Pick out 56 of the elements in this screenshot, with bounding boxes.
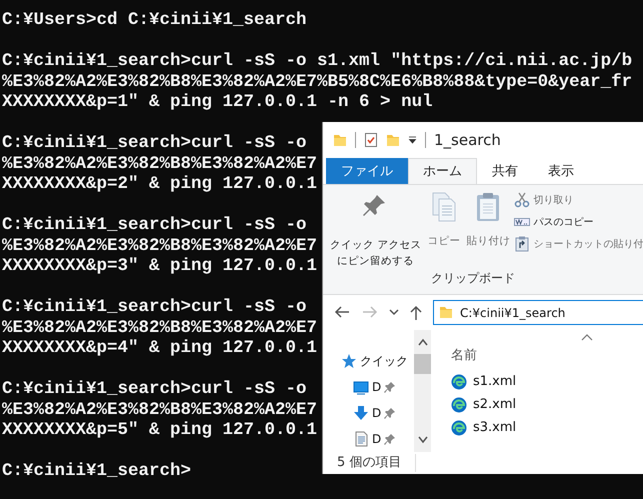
up-arrow-button[interactable] xyxy=(409,304,423,320)
star-icon xyxy=(341,353,357,369)
dropdown-icon[interactable] xyxy=(408,136,417,144)
scrollbar-thumb[interactable] xyxy=(414,354,431,374)
console-line: C:¥cinii¥1_search>curl -sS -o s1.xml "https://ci.nii.ac.jp/b xyxy=(2,51,632,72)
console-line: XXXXXXXX&p=4" & ping 127.0.0.1 xyxy=(2,338,318,358)
sidebar-item[interactable]: D xyxy=(323,374,414,400)
console-line: %E3%82%A2%E3%82%B8%E3%82%A2%E7 xyxy=(2,154,318,174)
console-line: XXXXXXXX&p=1" & ping 127.0.0.1 -n 6 > nul xyxy=(2,92,433,112)
file-icon xyxy=(451,420,467,436)
shortcut-icon xyxy=(514,236,530,252)
file-item[interactable]: s1.xml xyxy=(451,370,643,393)
scroll-down-icon[interactable] xyxy=(417,436,429,444)
scroll-up-icon[interactable] xyxy=(417,338,429,346)
sidebar-item[interactable]: クイック xyxy=(323,348,414,374)
console-line: XXXXXXXX&p=5" & ping 127.0.0.1 xyxy=(2,420,318,440)
column-header[interactable]: 名前 xyxy=(451,342,643,370)
download-arrow-icon xyxy=(353,405,369,421)
ribbon-group-label: クリップボード xyxy=(430,270,516,287)
monitor-icon xyxy=(353,379,369,395)
scrollbar[interactable] xyxy=(414,330,431,452)
console-line: C:¥cinii¥1_search>curl -sS -o xyxy=(2,215,307,236)
file-menu-button[interactable]: ファイル xyxy=(326,158,408,184)
status-text: 5 個の項目 xyxy=(337,454,402,472)
file-item[interactable]: s3.xml xyxy=(451,416,643,439)
console-line: C:¥cinii¥1_search>curl -sS -o xyxy=(2,133,307,154)
ribbon-tab[interactable]: ホーム xyxy=(408,158,477,184)
back-arrow-button[interactable] xyxy=(333,304,351,320)
sidebar-item[interactable]: D xyxy=(323,400,414,426)
file-item[interactable]: s2.xml xyxy=(451,393,643,416)
file-icon xyxy=(451,374,467,390)
scissors-icon xyxy=(514,192,530,208)
console-line: XXXXXXXX&p=2" & ping 127.0.0.1 xyxy=(2,174,318,194)
console-line: %E3%82%A2%E3%82%B8%E3%82%A2%E7 xyxy=(2,400,318,420)
ribbon-button[interactable]: パスのコピー xyxy=(513,211,643,233)
sort-caret-icon xyxy=(581,334,593,341)
forward-arrow-icon xyxy=(361,304,379,320)
back-arrow-icon xyxy=(333,304,351,320)
console-line: %E3%82%A2%E3%82%B8%E3%82%A2%E7 xyxy=(2,236,318,256)
up-arrow-icon xyxy=(409,304,423,320)
file-icon xyxy=(451,396,467,412)
console-line: C:¥Users>cd C:¥cinii¥1_search xyxy=(2,10,307,30)
console-line: XXXXXXXX&p=3" & ping 127.0.0.1 xyxy=(2,256,318,276)
sidebar-item[interactable]: D xyxy=(323,426,414,452)
ribbon-button[interactable]: クイック アクセス にピン留めする xyxy=(327,185,424,269)
address-field[interactable]: C:¥cinii¥1_search xyxy=(433,300,643,325)
properties-icon[interactable] xyxy=(364,132,378,148)
document-icon xyxy=(353,431,369,447)
console-line: C:¥cinii¥1_search>curl -sS -o xyxy=(2,379,307,400)
console-line: C:¥cinii¥1_search>curl -sS -o xyxy=(2,297,307,318)
ribbon-tab[interactable]: 表示 xyxy=(533,158,589,184)
window-title: 1_search xyxy=(434,130,501,151)
ribbon-tab[interactable]: 共有 xyxy=(477,158,533,184)
console-line: C:¥cinii¥1_search> xyxy=(2,461,192,482)
console-line: %E3%82%A2%E3%82%B8%E3%82%A2%E7%B5%8C%E6%B8%88&type=0&year_fr xyxy=(2,72,632,92)
console-line: %E3%82%A2%E3%82%B8%E3%82%A2%E7 xyxy=(2,318,318,338)
